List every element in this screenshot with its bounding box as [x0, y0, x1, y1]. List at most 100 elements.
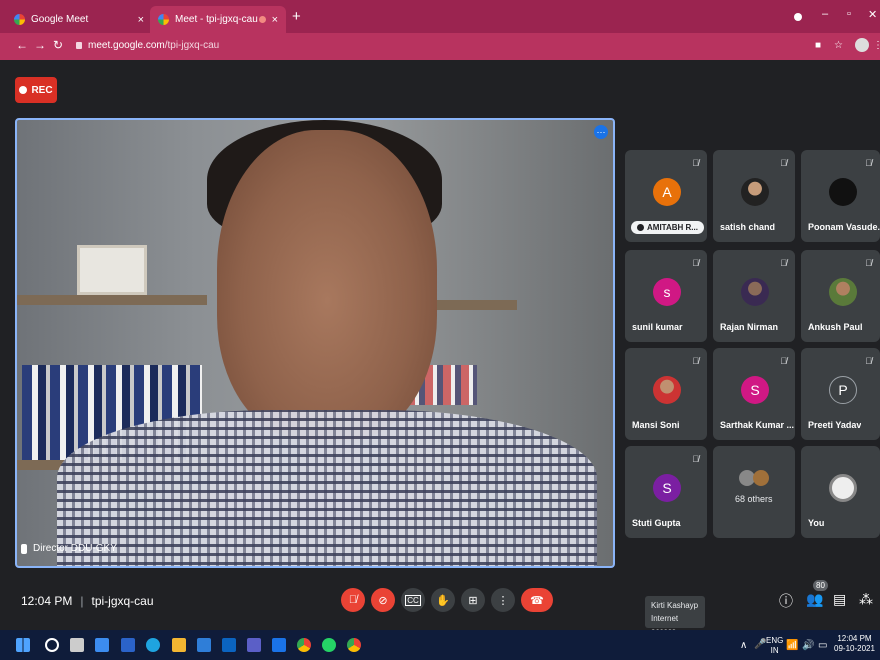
avatar — [741, 178, 769, 206]
present-button[interactable]: ⊞ — [461, 588, 485, 612]
app-icon[interactable] — [121, 638, 135, 652]
minimize-icon[interactable]: – — [822, 8, 828, 20]
avatar: A — [653, 178, 681, 206]
language-indicator[interactable]: ENG IN — [766, 636, 783, 656]
tab-title: Google Meet — [31, 14, 89, 25]
battery-icon[interactable]: ▭ — [818, 640, 827, 651]
tab-meet-call[interactable]: Meet - tpi-jgxq-cau × — [150, 6, 286, 33]
url-field[interactable]: meet.google.com /tpi-jgxq-cau — [76, 40, 219, 51]
mic-toggle-button[interactable]: 🎙̸ — [341, 588, 365, 612]
tray-expand-icon[interactable]: ∧ — [740, 640, 747, 651]
tooltip: Kirti Kashayp Internet access — [645, 596, 705, 636]
people-icon[interactable]: 👥 — [806, 591, 823, 608]
participant-tile[interactable]: 🎙̸ Poonam Vasude... — [801, 150, 880, 242]
more-options-icon[interactable]: ⋯ — [594, 125, 608, 139]
participant-name: Sarthak Kumar ... — [720, 420, 794, 430]
app-icon[interactable] — [95, 638, 109, 652]
mic-off-icon: 🎙̸ — [692, 454, 699, 464]
separator: | — [80, 594, 84, 608]
participant-tile[interactable]: 🎙̸ Mansi Soni — [625, 348, 707, 440]
mic-off-icon: 🎙̸ — [348, 594, 358, 606]
store-icon[interactable] — [197, 638, 211, 652]
mic-off-icon: 🎙̸ — [780, 258, 787, 268]
windows-start-icon[interactable] — [16, 638, 30, 652]
participant-name: Preeti Yadav — [808, 420, 862, 430]
avatar — [653, 376, 681, 404]
avatar — [829, 278, 857, 306]
tab-close-icon[interactable]: × — [138, 14, 144, 26]
main-video-tile[interactable] — [15, 118, 615, 568]
search-icon[interactable] — [45, 638, 59, 652]
more-options-button[interactable]: ⋮ — [491, 588, 515, 612]
participant-name: You — [808, 518, 825, 528]
pin-icon[interactable] — [21, 543, 27, 554]
raise-hand-button[interactable]: ✋ — [431, 588, 455, 612]
new-tab-button[interactable]: + — [292, 8, 301, 25]
task-view-icon[interactable] — [70, 638, 84, 652]
participant-tile[interactable]: 🎙̸ A AMITABH R... — [625, 150, 707, 242]
chat-icon[interactable]: ▤ — [833, 591, 846, 608]
url-host: meet.google.com — [88, 40, 165, 51]
clock-date: 09-10-2021 — [834, 644, 875, 653]
meeting-details-icon[interactable]: ⓘ — [779, 591, 793, 611]
lock-icon — [76, 42, 82, 49]
mic-off-icon: 🎙̸ — [692, 158, 699, 168]
tab-close-icon[interactable]: × — [272, 14, 278, 26]
tab-google-meet[interactable]: Google Meet × — [6, 6, 152, 33]
main-video-label: Director DDU-GKY — [33, 543, 117, 554]
participant-tile[interactable]: 🎙̸ S Sarthak Kumar ... — [713, 348, 795, 440]
participant-name: Ankush Paul — [808, 322, 863, 332]
edge-icon[interactable] — [146, 638, 160, 652]
speaking-pill: AMITABH R... — [631, 221, 704, 234]
whatsapp-icon[interactable] — [322, 638, 336, 652]
leave-call-button[interactable]: ☎ — [521, 588, 553, 612]
participant-tile[interactable]: 🎙̸ s sunil kumar — [625, 250, 707, 342]
back-icon[interactable]: ← — [16, 38, 28, 52]
participant-tile-others[interactable]: 68 others — [713, 446, 795, 538]
participant-tile[interactable]: 🎙̸ satish chand — [713, 150, 795, 242]
mail-icon[interactable] — [272, 638, 286, 652]
teams-icon[interactable] — [247, 638, 261, 652]
participant-tile[interactable]: 🎙̸ S Stuti Gupta — [625, 446, 707, 538]
camera-toggle-button[interactable]: ⊘ — [371, 588, 395, 612]
bookshelf-decor — [17, 295, 207, 305]
participant-tile[interactable]: 🎙̸ P Preeti Yadav — [801, 348, 880, 440]
participant-name: satish chand — [720, 222, 776, 232]
app-icon[interactable] — [222, 638, 236, 652]
chrome-icon[interactable] — [297, 638, 311, 652]
self-tile[interactable]: You — [801, 446, 880, 538]
wifi-icon[interactable]: 📶 — [786, 640, 798, 651]
avatar: S — [653, 474, 681, 502]
avatar — [741, 278, 769, 306]
profile-avatar[interactable] — [855, 38, 869, 52]
maximize-icon[interactable]: ▫ — [847, 8, 851, 20]
reload-icon[interactable]: ↻ — [53, 38, 63, 52]
avatar — [829, 178, 857, 206]
avatar — [829, 474, 857, 502]
participant-face — [217, 130, 437, 440]
participant-name: sunil kumar — [632, 322, 683, 332]
profile-indicator-icon — [794, 13, 802, 21]
camera-permission-icon[interactable]: ■ — [815, 40, 821, 51]
close-window-icon[interactable]: ✕ — [868, 8, 877, 21]
volume-icon[interactable]: 🔊 — [802, 640, 814, 651]
browser-menu-icon[interactable]: ⋮ — [873, 40, 880, 51]
participant-name: Stuti Gupta — [632, 518, 681, 528]
chrome-icon[interactable] — [347, 638, 361, 652]
participant-tile[interactable]: 🎙̸ Rajan Nirman — [713, 250, 795, 342]
participant-tile[interactable]: 🎙̸ Ankush Paul — [801, 250, 880, 342]
url-path: /tpi-jgxq-cau — [164, 40, 220, 51]
meeting-code: tpi-jgxq-cau — [91, 594, 154, 608]
bookmark-star-icon[interactable]: ☆ — [834, 40, 843, 51]
captions-button[interactable]: CC — [401, 588, 425, 612]
file-explorer-icon[interactable] — [172, 638, 186, 652]
mic-off-icon: 🎙̸ — [865, 158, 872, 168]
participant-shirt-pattern — [57, 410, 597, 566]
lang-top: ENG — [766, 636, 784, 645]
activities-icon[interactable]: ⁂ — [859, 591, 873, 608]
forward-icon[interactable]: → — [34, 38, 46, 52]
clock-time: 12:04 PM — [837, 634, 872, 643]
taskbar-clock[interactable]: 12:04 PM 09-10-2021 — [834, 634, 875, 654]
meeting-info: 12:04 PM | tpi-jgxq-cau — [21, 594, 154, 608]
hand-icon: ✋ — [436, 594, 450, 607]
